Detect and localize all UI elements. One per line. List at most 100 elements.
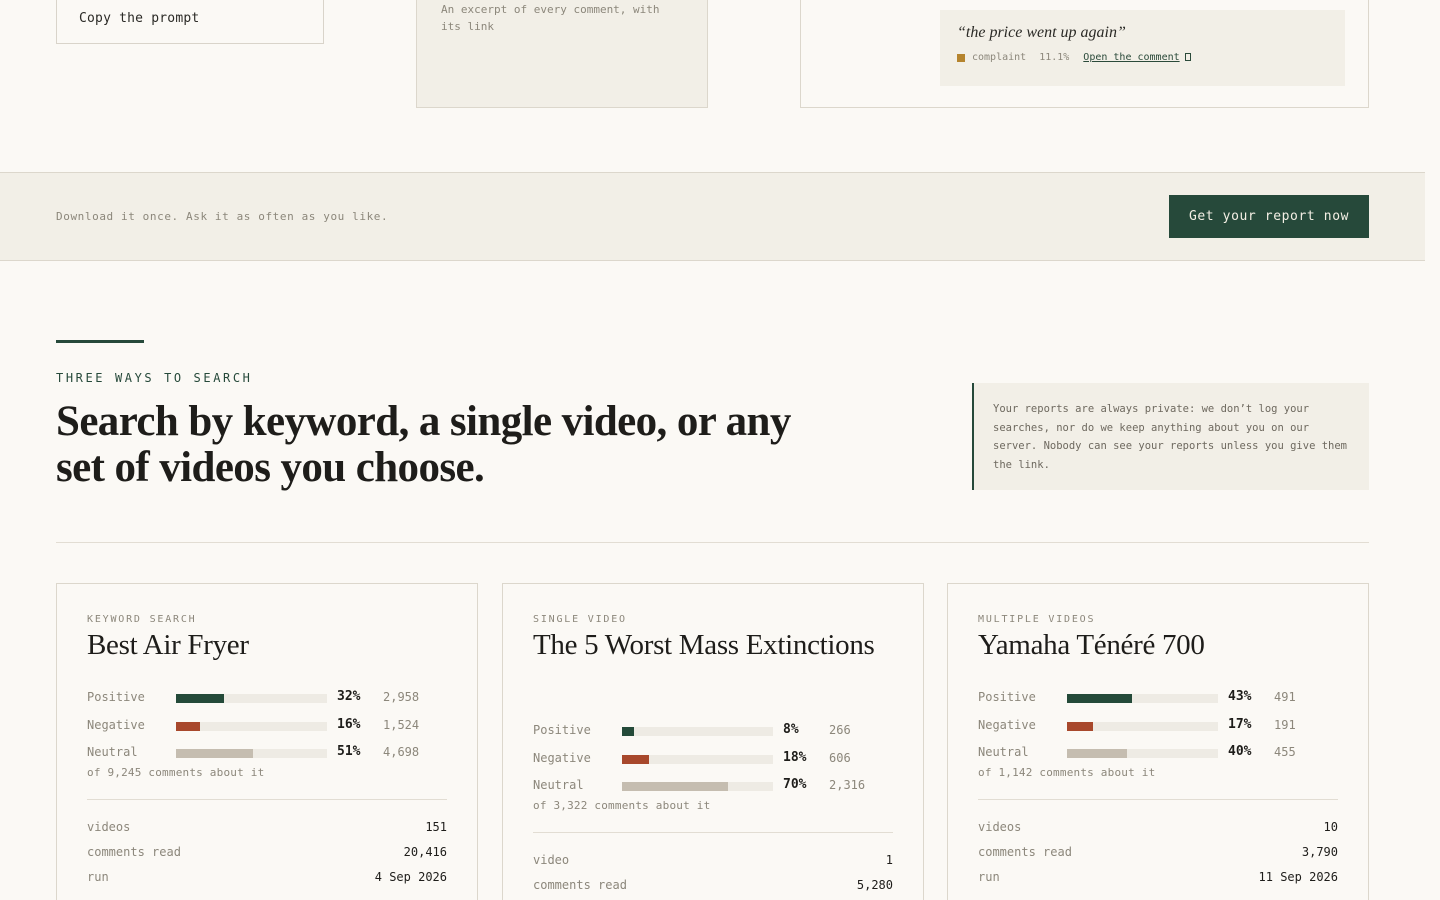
sentiment-row-positive: Positive 8% 266 xyxy=(533,722,893,751)
excerpt-card: An excerpt of every comment, with its li… xyxy=(416,0,708,108)
sentiment-bar-track xyxy=(1067,721,1218,731)
quote-excerpt: “the price went up again” complaint 11.1… xyxy=(940,10,1345,86)
sentiment-percent: 16% xyxy=(337,716,361,732)
stat-row: videos 151 xyxy=(87,820,447,845)
comments-total: of 1,142 comments about it xyxy=(978,766,1156,779)
sentiment-label: Neutral xyxy=(87,745,138,759)
stat-key: comments read xyxy=(87,845,181,859)
sentiment-bar-fill xyxy=(1067,721,1093,731)
section-headline: Search by keyword, a single video, or an… xyxy=(56,398,791,491)
sentiment-bar-track xyxy=(622,754,773,764)
sentiment-bar-track xyxy=(622,782,773,791)
stat-key: videos xyxy=(87,820,131,834)
sentiment-row-positive: Positive 32% 2,958 xyxy=(87,689,447,718)
stat-value: 5,280 xyxy=(856,878,893,892)
quote-percent: 11.1% xyxy=(1039,52,1070,63)
sentiment-bar-fill xyxy=(1067,694,1132,703)
stat-value: 4 Sep 2026 xyxy=(374,870,447,884)
card-title: The 5 Worst Mass Extinctions xyxy=(533,629,875,661)
card-divider xyxy=(87,799,447,800)
section-accent-rule xyxy=(56,340,144,343)
excerpt-text: An excerpt of every comment, with its li… xyxy=(441,3,660,33)
stat-key: comments read xyxy=(533,878,627,892)
stat-row: comments read 3,790 xyxy=(978,845,1338,870)
example-card[interactable]: KEYWORD SEARCH Best Air Fryer Positive 32% 2… xyxy=(56,583,478,900)
stat-value: 10 xyxy=(1323,820,1338,834)
sentiment-count: 491 xyxy=(1274,690,1296,704)
get-report-button[interactable]: Get your report now xyxy=(1169,195,1369,238)
example-card[interactable]: MULTIPLE VIDEOS Yamaha Ténéré 700 Positive… xyxy=(947,583,1369,900)
stat-value: 11 Sep 2026 xyxy=(1258,870,1338,884)
stat-row: comments read 20,416 xyxy=(87,845,447,870)
sentiment-count: 4,698 xyxy=(383,745,420,759)
comments-total: of 3,322 comments about it xyxy=(533,799,711,812)
sentiment-row-negative: Negative 17% 191 xyxy=(978,716,1338,746)
sentiment-breakdown: Positive 8% 266 Negative 18% 606 Neutral 70% 2,3… xyxy=(533,722,893,806)
sentiment-percent: 17% xyxy=(1228,716,1252,732)
sentiment-label: Positive xyxy=(533,723,591,737)
sentiment-row-negative: Negative 18% 606 xyxy=(533,749,893,779)
sentiment-bar-fill xyxy=(622,782,728,791)
sentiment-count: 191 xyxy=(1274,717,1296,732)
sentiment-bar-fill xyxy=(176,694,225,703)
card-stats: video 1 comments read 5,280 xyxy=(533,853,893,900)
stat-row: videos 10 xyxy=(978,820,1338,845)
card-stats: videos 151 comments read 20,416 run 4 Sep 202… xyxy=(87,820,447,895)
sentiment-percent: 40% xyxy=(1228,744,1252,759)
stat-value: 3,790 xyxy=(1301,845,1338,859)
card-type-label: KEYWORD SEARCH xyxy=(87,614,197,625)
sentiment-label: Negative xyxy=(87,717,145,732)
sentiment-label: Neutral xyxy=(978,745,1029,759)
sentiment-label: Negative xyxy=(978,717,1036,732)
quote-text: “the price went up again” xyxy=(957,24,1126,41)
stat-row: run 11 Sep 2026 xyxy=(978,870,1338,895)
card-divider xyxy=(533,832,893,833)
stat-key: run xyxy=(978,870,1000,884)
comments-total: of 9,245 comments about it xyxy=(87,766,265,779)
stat-value: 1 xyxy=(885,853,893,867)
sentiment-count: 455 xyxy=(1274,745,1296,759)
sentiment-percent: 32% xyxy=(337,689,361,704)
card-title: Best Air Fryer xyxy=(87,629,249,661)
card-type-label: SINGLE VIDEO xyxy=(533,614,627,625)
sentiment-breakdown: Positive 43% 491 Negative 17% 191 Neutral 40% 45… xyxy=(978,689,1338,773)
sentiment-breakdown: Positive 32% 2,958 Negative 16% 1,524 Neutral 5… xyxy=(87,689,447,773)
section-eyebrow: THREE WAYS TO SEARCH xyxy=(56,371,253,385)
sentiment-bar-track xyxy=(1067,749,1218,758)
sentiment-percent: 70% xyxy=(783,777,807,792)
sentiment-bar-fill xyxy=(1067,749,1128,758)
open-comment-link[interactable]: Open the comment xyxy=(1083,52,1191,63)
complaint-tag-swatch xyxy=(957,53,965,62)
sentiment-bar-track xyxy=(176,749,327,758)
sentiment-percent: 51% xyxy=(337,744,361,759)
sentiment-bar-fill xyxy=(176,749,253,758)
card-title: Yamaha Ténéré 700 xyxy=(978,629,1205,661)
sentiment-row-negative: Negative 16% 1,524 xyxy=(87,716,447,746)
stat-row: run 4 Sep 2026 xyxy=(87,870,447,895)
sentiment-count: 2,958 xyxy=(383,690,420,704)
sentiment-percent: 18% xyxy=(783,749,807,765)
sentiment-label: Negative xyxy=(533,750,591,765)
example-card[interactable]: SINGLE VIDEO The 5 Worst Mass Extinctions… xyxy=(502,583,924,900)
sentiment-count: 606 xyxy=(829,750,851,765)
sentiment-bar-fill xyxy=(622,727,635,736)
copy-prompt-button[interactable]: Copy the prompt xyxy=(56,0,324,44)
privacy-note: Your reports are always private: we don’… xyxy=(972,383,1369,490)
stat-key: video xyxy=(533,853,570,867)
open-comment-label: Open the comment xyxy=(1083,52,1180,63)
sentiment-count: 266 xyxy=(829,723,851,737)
sentiment-bar-track xyxy=(176,721,327,731)
sentiment-percent: 43% xyxy=(1228,689,1252,704)
sentiment-label: Neutral xyxy=(533,778,584,792)
sentiment-label: Positive xyxy=(978,690,1036,704)
stat-key: run xyxy=(87,870,109,884)
sentiment-bar-track xyxy=(176,694,327,703)
sentiment-row-positive: Positive 43% 491 xyxy=(978,689,1338,718)
banner-text: Download it once. Ask it as often as you… xyxy=(56,210,389,223)
sentiment-percent: 8% xyxy=(783,722,799,737)
sentiment-bar-fill xyxy=(622,754,650,764)
quote-meta: complaint 11.1% Open the comment xyxy=(957,52,1345,63)
card-stats: videos 10 comments read 3,790 run 11 Sep 2026 xyxy=(978,820,1338,895)
stat-key: videos xyxy=(978,820,1022,834)
quote-tag: complaint xyxy=(972,52,1027,63)
